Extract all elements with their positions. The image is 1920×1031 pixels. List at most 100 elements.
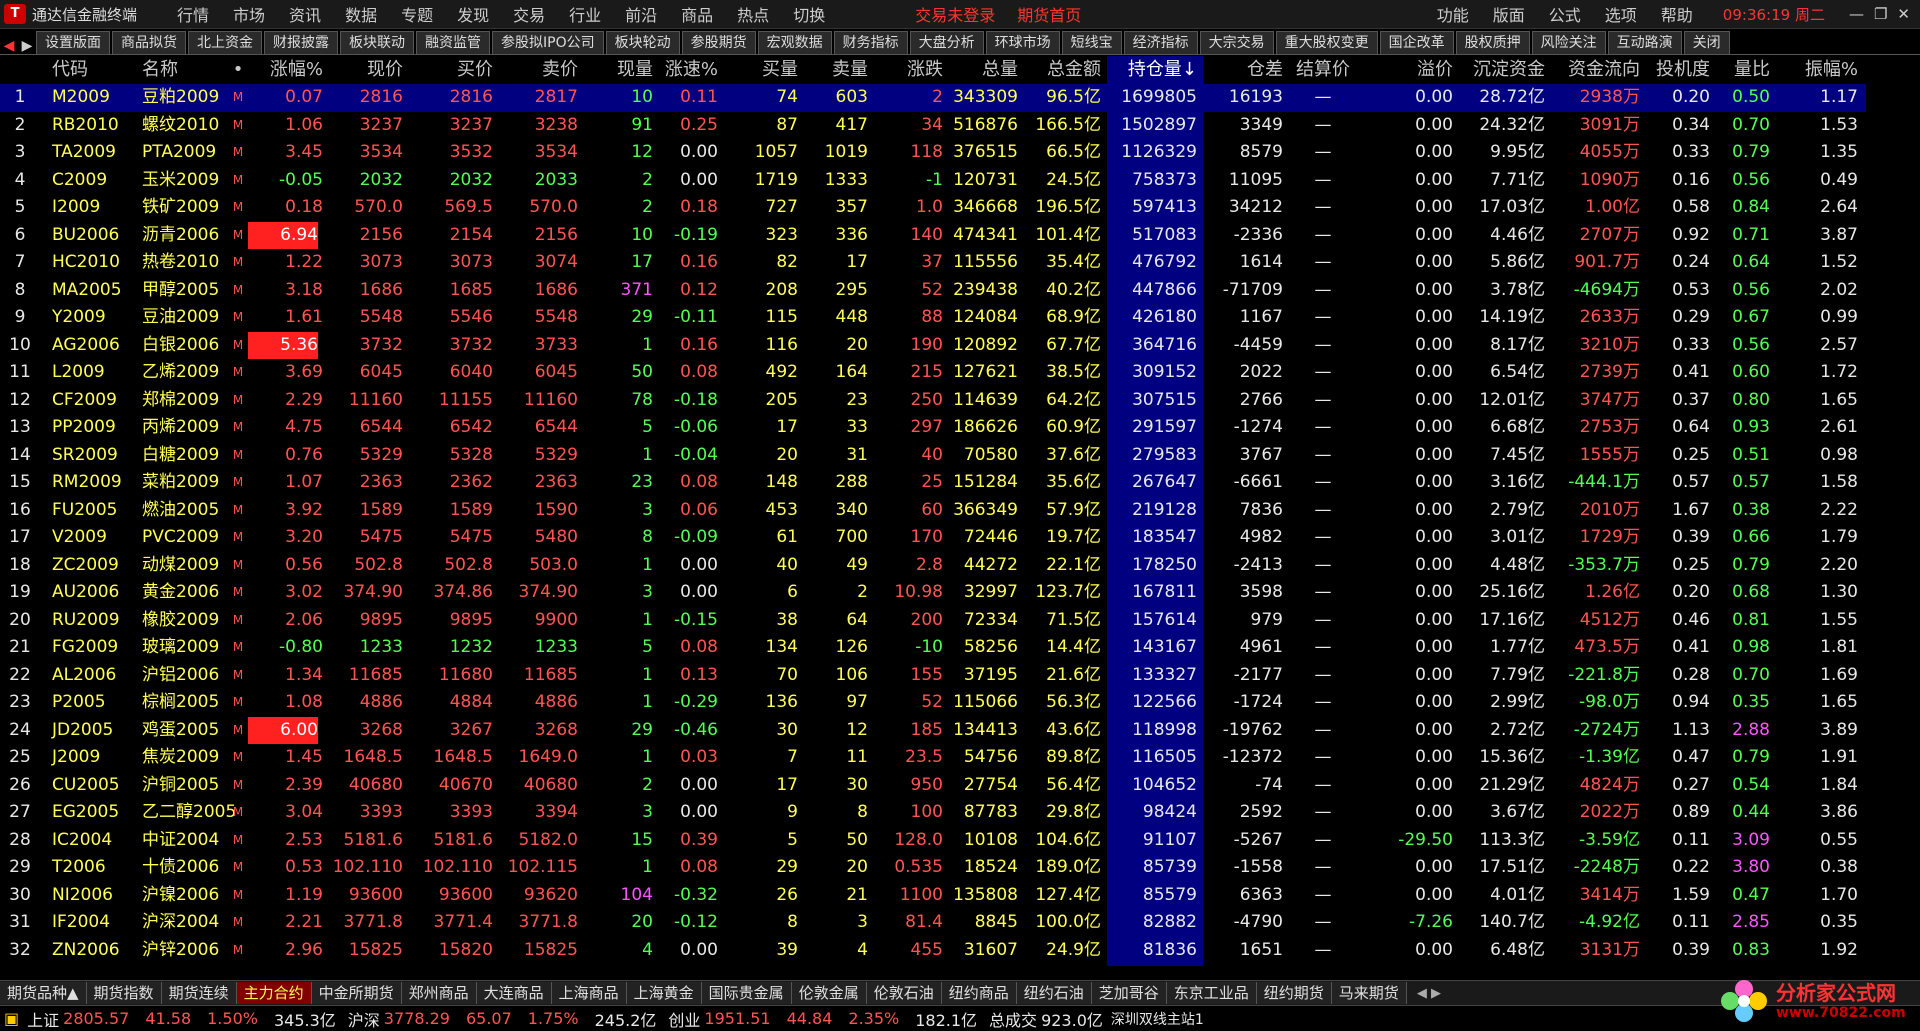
market-tab[interactable]: 主力合约 (236, 982, 312, 1004)
toptab-item[interactable]: 短线宝 (1061, 31, 1122, 54)
toptab-item[interactable]: 板块轮动 (605, 31, 680, 54)
menu-trade[interactable]: 交易 (513, 2, 545, 26)
market-tab[interactable]: 纽约石油 (1016, 982, 1092, 1004)
market-tab[interactable]: 芝加哥谷 (1091, 982, 1167, 1004)
column-header[interactable]: 代码 (52, 56, 132, 84)
tab-next-icon[interactable]: ▶ (18, 38, 36, 54)
table-row[interactable]: 31 IF2004 沪深2004 M 2.21 3771.8 3771.4 3771.8 20 -… (0, 909, 1866, 937)
table-row[interactable]: 6 BU2006 沥青2006 M 6.94 2156 2154 2156 10 -0.19 323… (0, 221, 1866, 249)
menu-layout[interactable]: 版面 (1493, 2, 1525, 26)
table-row[interactable]: 19 AU2006 黄金2006 M 3.02 374.90 374.86 374.90 3 0.… (0, 579, 1866, 607)
menu-options[interactable]: 选项 (1605, 2, 1637, 26)
market-tab[interactable]: 上海商品 (551, 982, 627, 1004)
minimize-icon[interactable]: — (1849, 5, 1864, 23)
column-header[interactable]: 涨跌 (868, 56, 943, 84)
restore-icon[interactable]: ❐ (1874, 5, 1887, 23)
futures-home-link[interactable]: 期货首页 (1017, 2, 1081, 26)
table-row[interactable]: 10 AG2006 白银2006 M 5.36 3732 3732 3733 1 0.16 116 2… (0, 331, 1866, 359)
column-header[interactable]: 总量 (943, 56, 1018, 84)
column-header[interactable]: 涨速% (653, 56, 718, 84)
menu-frontier[interactable]: 前沿 (625, 2, 657, 26)
table-row[interactable]: 3 TA2009 PTA2009 M 3.45 3534 3532 3534 12 0.00 105… (0, 139, 1866, 167)
toptab-item[interactable]: 大宗交易 (1199, 31, 1274, 54)
market-tab[interactable]: 郑州商品 (401, 982, 477, 1004)
column-header[interactable]: 现量 (578, 56, 653, 84)
column-header[interactable]: 持仓量↓ (1107, 56, 1197, 84)
toptab-item[interactable]: 设置版面 (36, 31, 110, 54)
tab-scroll-arrows-icon[interactable]: ◀ ▶ (1417, 986, 1441, 1001)
table-row[interactable]: 32 ZN2006 沪锌2006 M 2.96 15825 15820 15825 4 0.00 3… (0, 937, 1866, 965)
cy-label[interactable]: 创业 (668, 1007, 700, 1031)
menu-discover[interactable]: 发现 (457, 2, 489, 26)
menu-help[interactable]: 帮助 (1661, 2, 1693, 26)
market-tab[interactable]: 期货指数 (86, 982, 162, 1004)
table-row[interactable]: 5 I2009 铁矿2009 M 0.18 570.0 569.5 570.0 2 0.18 727… (0, 194, 1866, 222)
column-header[interactable]: 现价 (323, 56, 403, 84)
menu-market[interactable]: 市场 (233, 2, 265, 26)
server-name[interactable]: 深圳双线主站1 (1111, 1009, 1204, 1029)
close-icon[interactable]: ✕ (1897, 5, 1910, 23)
toptab-item[interactable]: 融资监管 (416, 31, 490, 54)
trade-login-status[interactable]: 交易未登录 (915, 2, 995, 26)
table-row[interactable]: 26 CU2005 沪铜2005 M 2.39 40680 40670 40680 2 0.00 1… (0, 772, 1866, 800)
toptab-item[interactable]: 股权质押 (1455, 31, 1530, 54)
column-header[interactable]: 买价 (403, 56, 493, 84)
column-header[interactable]: 名称 (142, 56, 242, 84)
toptab-item[interactable]: 环球市场 (985, 31, 1060, 54)
table-row[interactable]: 27 EG2005 乙二醇2005 M 3.04 3393 3393 3394 3 0.00 9 8 1… (0, 799, 1866, 827)
menu-hotspot[interactable]: 热点 (737, 2, 769, 26)
table-row[interactable]: 25 J2009 焦炭2009 M 1.45 1648.5 1648.5 1649.0 1 0.0… (0, 744, 1866, 772)
column-header[interactable]: 卖量 (798, 56, 868, 84)
toptab-item[interactable]: 参股期货 (681, 31, 756, 54)
column-header[interactable]: 仓差 (1203, 56, 1283, 84)
market-tab[interactable]: 期货连续 (161, 982, 237, 1004)
table-row[interactable]: 24 JD2005 鸡蛋2005 M 6.00 3268 3267 3268 29 -0.46 30… (0, 716, 1866, 744)
column-header[interactable]: 总金额 (1018, 56, 1101, 84)
toptab-item[interactable]: 关闭 (1683, 31, 1730, 54)
column-header[interactable]: • (230, 56, 246, 84)
table-row[interactable]: 20 RU2009 橡胶2009 M 2.06 9895 9895 9900 1 -0.15 38 6… (0, 607, 1866, 635)
toptab-item[interactable]: 经济指标 (1123, 31, 1198, 54)
tab-prev-icon[interactable]: ◀ (0, 38, 18, 54)
menu-industry[interactable]: 行业 (569, 2, 601, 26)
column-header[interactable]: 量比 (1710, 56, 1770, 84)
table-row[interactable]: 13 PP2009 丙烯2009 M 4.75 6544 6542 6544 5 -0.06 17 3… (0, 414, 1866, 442)
toptab-item[interactable]: 互动路演 (1607, 31, 1682, 54)
toptab-item[interactable]: 宏观数据 (757, 31, 832, 54)
market-tab[interactable]: 国际贵金属 (701, 982, 792, 1004)
table-row[interactable]: 7 HC2010 热卷2010 M 1.22 3073 3073 3074 17 0.16 82 17… (0, 249, 1866, 277)
column-header[interactable]: 资金流向 (1545, 56, 1640, 84)
column-header[interactable]: 溢价 (1363, 56, 1453, 84)
market-tab[interactable]: 东京工业品 (1166, 982, 1257, 1004)
market-tab[interactable]: 伦敦金属 (791, 982, 867, 1004)
table-row[interactable]: 23 P2005 棕榈2005 M 1.08 4886 4884 4886 1 -0.29 136 9… (0, 689, 1866, 717)
menu-switch[interactable]: 切换 (793, 2, 825, 26)
toptab-item[interactable]: 板块联动 (340, 31, 414, 54)
market-tab[interactable]: 伦敦石油 (866, 982, 942, 1004)
column-header[interactable]: 沉淀资金 (1453, 56, 1545, 84)
market-tab[interactable]: 中金所期货 (311, 982, 402, 1004)
table-row[interactable]: 22 AL2006 沪铝2006 M 1.34 11685 11680 11685 1 0.13 7… (0, 662, 1866, 690)
sh-label[interactable]: 上证 (27, 1007, 59, 1031)
menu-news[interactable]: 资讯 (289, 2, 321, 26)
column-header[interactable]: 卖价 (493, 56, 578, 84)
column-header[interactable]: 结算价 (1283, 56, 1363, 84)
toptab-item[interactable]: 北上资金 (188, 31, 262, 54)
menu-quotes[interactable]: 行情 (177, 2, 209, 26)
menu-data[interactable]: 数据 (345, 2, 377, 26)
column-header[interactable] (0, 56, 40, 84)
toptab-item[interactable]: 财务指标 (833, 31, 908, 54)
table-row[interactable]: 12 CF2009 郑棉2009 M 2.29 11160 11155 11160 78 -0.1… (0, 387, 1866, 415)
toptab-item[interactable]: 国企改革 (1379, 31, 1454, 54)
market-tab[interactable]: 上海黄金 (626, 982, 702, 1004)
table-row[interactable]: 17 V2009 PVC2009 M 3.20 5475 5475 5480 8 -0.09 61 7… (0, 524, 1866, 552)
market-tab[interactable]: 期货品种▲ (0, 982, 87, 1004)
table-row[interactable]: 4 C2009 玉米2009 M -0.05 2032 2032 2033 2 0.00 1719 1… (0, 167, 1866, 195)
menu-formula[interactable]: 公式 (1549, 2, 1581, 26)
toptab-item[interactable]: 参股拟IPO公司 (492, 31, 604, 54)
market-tab[interactable]: 马来期货 (1331, 982, 1407, 1004)
menu-topics[interactable]: 专题 (401, 2, 433, 26)
column-header[interactable]: 涨幅% (248, 56, 323, 84)
market-tab[interactable]: 大连商品 (476, 982, 552, 1004)
column-header[interactable]: 投机度 (1640, 56, 1710, 84)
